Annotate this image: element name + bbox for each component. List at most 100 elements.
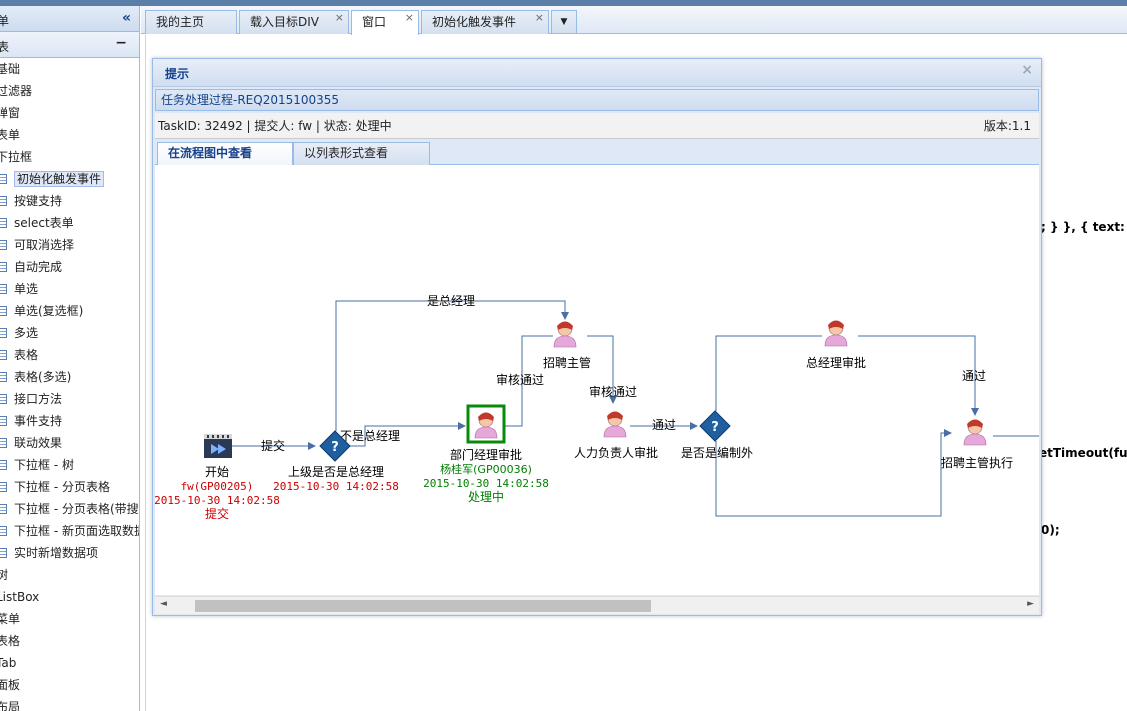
sidebar-item[interactable]: 接口方法	[0, 388, 139, 410]
person-icon[interactable]	[824, 320, 848, 347]
sidebar-item[interactable]: 下拉框 - 新页面选取数据	[0, 520, 139, 542]
dialog-window: 提示 × 任务处理过程-REQ2015100355 TaskID: 32492 …	[152, 58, 1042, 616]
sidebar-item[interactable]: 下拉框	[0, 146, 139, 168]
sidebar-item[interactable]: 可取消选择	[0, 234, 139, 256]
sidebar-item[interactable]: 面板	[0, 674, 139, 696]
page-icon	[0, 328, 7, 338]
edge-label-review: 审核通过	[496, 372, 544, 387]
sidebar-item[interactable]: 过滤器	[0, 80, 139, 102]
sidebar-item[interactable]: 表单	[0, 124, 139, 146]
sidebar-item-label: 接口方法	[14, 392, 63, 406]
page-icon	[0, 262, 7, 272]
scroll-right-icon[interactable]: ►	[1027, 599, 1034, 609]
person-icon[interactable]	[963, 419, 987, 446]
sidebar-item[interactable]: 按键支持	[0, 190, 139, 212]
tab-label: 载入目标DIV	[250, 15, 319, 29]
sidebar-section-title: 表	[0, 38, 9, 55]
sidebar-item[interactable]: 下拉框 - 树	[0, 454, 139, 476]
dept-approval-node[interactable]	[466, 404, 506, 444]
sidebar-item[interactable]: 单选(复选框)	[0, 300, 139, 322]
sidebar-item[interactable]: 多选	[0, 322, 139, 344]
sidebar-item[interactable]: 联动效果	[0, 432, 139, 454]
sidebar-item[interactable]: 表格	[0, 344, 139, 366]
node-user: fw(GP00205)	[181, 480, 254, 493]
sidebar-item[interactable]: 实时新增数据项	[0, 542, 139, 564]
sidebar-item[interactable]: Tab	[0, 652, 139, 674]
minus-icon[interactable]: −	[115, 35, 127, 51]
sidebar-item[interactable]: 事件支持	[0, 410, 139, 432]
sidebar-item-label: 按键支持	[14, 194, 63, 208]
node-label: 总经理审批	[806, 355, 866, 370]
sidebar-item-label: 下拉框 - 树	[14, 458, 74, 472]
node-user: 杨桂军(GP00036)	[440, 462, 532, 476]
page-icon	[0, 460, 7, 470]
edge-label-pass: 通过	[962, 369, 986, 383]
gateway-icon[interactable]	[699, 410, 731, 442]
page-icon	[0, 372, 7, 382]
page-icon	[0, 548, 7, 558]
sidebar-item[interactable]: 表格(多选)	[0, 366, 139, 388]
sidebar-item-label: 表格	[0, 634, 21, 648]
sidebar-item-label: 可取消选择	[14, 238, 75, 252]
node-status: 处理中	[468, 489, 504, 504]
sidebar-item-label: 下拉框	[0, 150, 33, 164]
sidebar-item-label: ListBox	[0, 590, 40, 604]
sidebar-item-label: 过滤器	[0, 84, 33, 98]
horizontal-scrollbar[interactable]: ◄ ►	[155, 596, 1039, 614]
person-icon[interactable]	[553, 321, 577, 348]
edge-label-pass: 通过	[652, 418, 676, 432]
tab-window[interactable]: 窗口 ×	[351, 10, 419, 35]
code-fragment: ; } }, { text: '取	[1041, 220, 1127, 234]
page-icon	[0, 438, 7, 448]
sidebar-item-label: select表单	[14, 216, 74, 230]
sidebar-item[interactable]: 下拉框 - 分页表格(带搜	[0, 498, 139, 520]
close-icon[interactable]: ×	[335, 7, 344, 29]
close-icon[interactable]: ×	[405, 7, 414, 29]
page-icon	[0, 416, 7, 426]
sidebar-item[interactable]: 菜单	[0, 608, 139, 630]
collapse-icon[interactable]: «	[122, 10, 131, 26]
sidebar-item-label: Tab	[0, 656, 17, 670]
node-label: 招聘主管	[543, 355, 591, 370]
page-icon	[0, 526, 7, 536]
flowchart: ? 提交 是总经理 不是总经理 审核通过	[155, 294, 1039, 521]
tab-home[interactable]: 我的主页	[145, 10, 237, 34]
sidebar-item-label: 表单	[0, 128, 21, 142]
page-icon	[0, 240, 7, 250]
tab-init-event[interactable]: 初始化触发事件 ×	[421, 10, 549, 34]
dialog-title: 提示	[165, 67, 190, 81]
close-icon[interactable]: ×	[535, 7, 544, 29]
sidebar-section[interactable]: 表 −	[0, 32, 139, 58]
tab-label: 我的主页	[156, 15, 205, 29]
person-icon[interactable]	[603, 411, 627, 438]
sidebar-item[interactable]: 弹窗	[0, 102, 139, 124]
scroll-thumb[interactable]	[195, 600, 651, 612]
sidebar-item[interactable]: 初始化触发事件	[0, 168, 139, 190]
sidebar-item[interactable]: 自动完成	[0, 256, 139, 278]
tab-dropdown-button[interactable]: ▼	[551, 10, 577, 34]
sidebar-item[interactable]: 单选	[0, 278, 139, 300]
tab-load-div[interactable]: 载入目标DIV ×	[239, 10, 349, 34]
tab-flowchart-view[interactable]: 在流程图中查看	[157, 142, 293, 166]
divider	[145, 35, 146, 711]
tab-strip: 我的主页 载入目标DIV × 窗口 × 初始化触发事件 × ▼	[141, 6, 1127, 35]
sidebar-item[interactable]: ListBox	[0, 586, 139, 608]
sidebar-item[interactable]: select表单	[0, 212, 139, 234]
dialog-titlebar[interactable]: 提示 ×	[153, 59, 1041, 87]
close-icon[interactable]: ×	[1021, 62, 1033, 78]
sidebar-item[interactable]: 树	[0, 564, 139, 586]
sidebar-item[interactable]: 布局	[0, 696, 139, 711]
scroll-left-icon[interactable]: ◄	[160, 599, 167, 609]
tab-list-view[interactable]: 以列表形式查看	[293, 142, 430, 165]
sidebar-item[interactable]: 表格	[0, 630, 139, 652]
task-info: TaskID: 32492 | 提交人: fw | 状态: 处理中 版本:1.1	[155, 113, 1039, 139]
page-icon	[0, 218, 7, 228]
sidebar-item[interactable]: 基础	[0, 58, 139, 80]
tab-label: 窗口	[362, 15, 387, 29]
sidebar-item[interactable]: 下拉框 - 分页表格	[0, 476, 139, 498]
sidebar: 单 « 表 − 基础过滤器弹窗表单下拉框初始化触发事件按键支持select表单可…	[0, 6, 140, 711]
page-icon	[0, 174, 7, 184]
sidebar-item-label: 树	[0, 568, 8, 582]
start-node[interactable]	[204, 434, 232, 458]
version-label: 版本:1.1	[983, 119, 1031, 133]
